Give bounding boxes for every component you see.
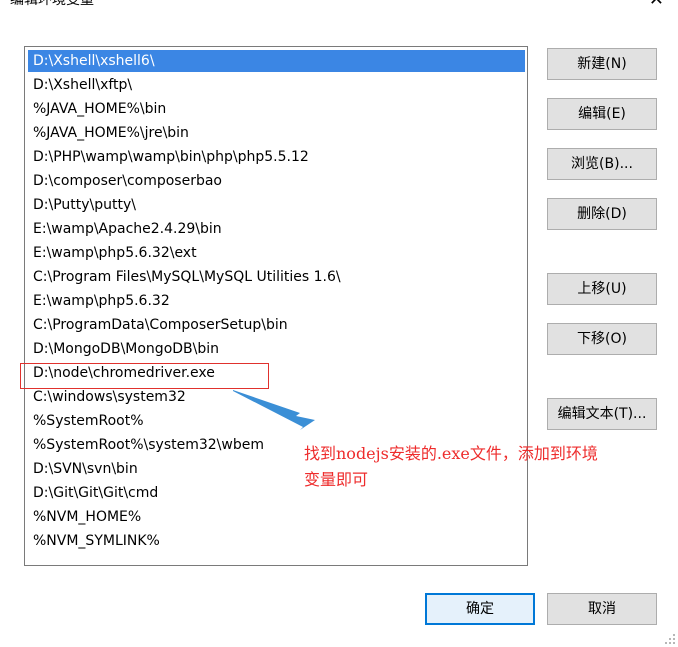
move-down-button[interactable]: 下移(O): [547, 323, 657, 355]
list-item[interactable]: %JAVA_HOME%\bin: [28, 98, 525, 120]
edit-button[interactable]: 编辑(E): [547, 98, 657, 130]
edit-text-button[interactable]: 编辑文本(T)...: [547, 398, 657, 430]
cancel-button[interactable]: 取消: [547, 593, 657, 625]
list-item[interactable]: C:\Program Files\MySQL\MySQL Utilities 1…: [28, 266, 525, 288]
list-item[interactable]: E:\wamp\php5.6.32\ext: [28, 242, 525, 264]
list-item[interactable]: C:\windows\system32: [28, 386, 525, 408]
list-item[interactable]: %NVM_HOME%: [28, 506, 525, 528]
list-item[interactable]: E:\wamp\Apache2.4.29\bin: [28, 218, 525, 240]
close-icon[interactable]: ✕: [649, 0, 664, 10]
delete-button[interactable]: 删除(D): [547, 198, 657, 230]
new-button[interactable]: 新建(N): [547, 48, 657, 80]
browse-button[interactable]: 浏览(B)...: [547, 148, 657, 180]
list-item[interactable]: C:\ProgramData\ComposerSetup\bin: [28, 314, 525, 336]
list-item[interactable]: D:\Putty\putty\: [28, 194, 525, 216]
resize-grip-icon[interactable]: [662, 631, 676, 645]
list-item[interactable]: %SystemRoot%: [28, 410, 525, 432]
list-item[interactable]: D:\Xshell\xftp\: [28, 74, 525, 96]
annotation-line-2: 变量即可: [304, 470, 369, 489]
annotation-text: 找到nodejs安装的.exe文件，添加到环境 变量即可: [304, 441, 674, 493]
annotation-line-1: 找到nodejs安装的.exe文件，添加到环境: [304, 444, 598, 463]
list-item[interactable]: D:\composer\composerbao: [28, 170, 525, 192]
list-item[interactable]: D:\Xshell\xshell6\: [28, 50, 525, 72]
list-item[interactable]: %NVM_SYMLINK%: [28, 530, 525, 552]
highlight-box: [20, 363, 269, 389]
edit-env-variable-dialog: 编辑环境变量 ✕ D:\Xshell\xshell6\ D:\Xshell\xf…: [0, 0, 678, 647]
ok-button[interactable]: 确定: [425, 593, 535, 625]
move-up-button[interactable]: 上移(U): [547, 273, 657, 305]
list-item[interactable]: D:\PHP\wamp\wamp\bin\php\php5.5.12: [28, 146, 525, 168]
list-item[interactable]: %JAVA_HOME%\jre\bin: [28, 122, 525, 144]
list-item[interactable]: E:\wamp\php5.6.32: [28, 290, 525, 312]
window-title: 编辑环境变量: [10, 0, 94, 8]
list-item[interactable]: D:\MongoDB\MongoDB\bin: [28, 338, 525, 360]
